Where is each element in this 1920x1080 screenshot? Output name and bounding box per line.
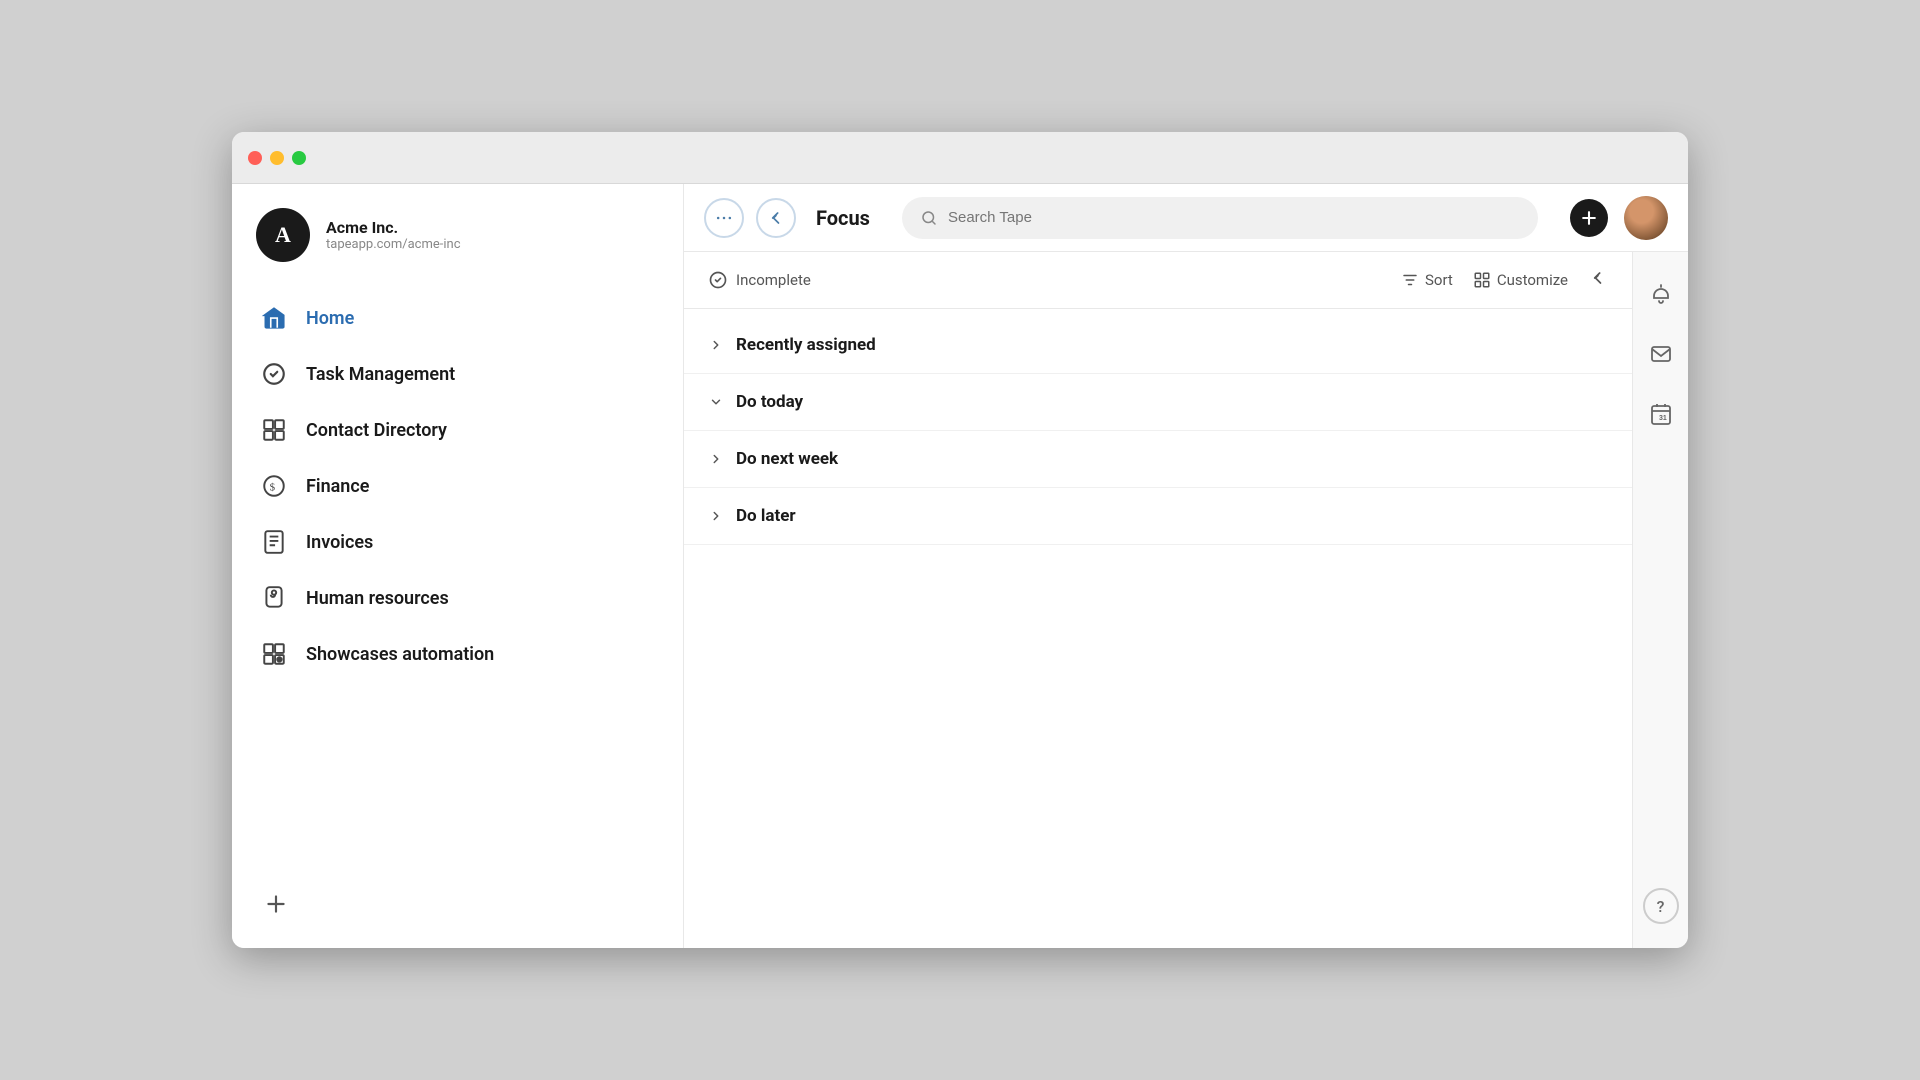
help-button[interactable]: ? bbox=[1643, 888, 1679, 924]
search-input[interactable] bbox=[948, 209, 1520, 226]
task-group-header-do-next-week[interactable]: Do next week bbox=[684, 431, 1632, 487]
sidebar: A Acme Inc. tapeapp.com/acme-inc bbox=[232, 184, 684, 948]
task-group-header-do-today[interactable]: Do today bbox=[684, 374, 1632, 430]
sidebar-item-finance-label: Finance bbox=[306, 476, 369, 497]
sidebar-item-human-resources[interactable]: Human resources bbox=[232, 570, 683, 626]
collapse-button[interactable] bbox=[1588, 268, 1608, 292]
company-info: Acme Inc. tapeapp.com/acme-inc bbox=[326, 218, 461, 252]
svg-text:$: $ bbox=[270, 481, 276, 493]
topbar: Focus bbox=[684, 184, 1688, 252]
app-window: A Acme Inc. tapeapp.com/acme-inc bbox=[232, 132, 1688, 948]
invoices-icon bbox=[260, 528, 288, 556]
chevron-right-icon-2 bbox=[708, 451, 724, 467]
content-header: Incomplete Sort bbox=[684, 252, 1632, 309]
search-bar[interactable] bbox=[902, 197, 1538, 239]
incomplete-icon bbox=[708, 270, 728, 290]
sidebar-item-invoices[interactable]: Invoices bbox=[232, 514, 683, 570]
topbar-left: Focus bbox=[704, 198, 870, 238]
chevron-right-icon bbox=[708, 337, 724, 353]
bell-icon bbox=[1649, 282, 1673, 306]
task-group-do-next-week: Do next week bbox=[684, 431, 1632, 488]
customize-icon bbox=[1473, 271, 1491, 289]
sidebar-header: A Acme Inc. tapeapp.com/acme-inc bbox=[232, 200, 683, 282]
mail-button[interactable] bbox=[1641, 334, 1681, 374]
human-resources-icon bbox=[260, 584, 288, 612]
sidebar-item-home[interactable]: Home bbox=[232, 290, 683, 346]
contact-directory-icon bbox=[260, 416, 288, 444]
task-group-recently-assigned: Recently assigned bbox=[684, 317, 1632, 374]
company-name: Acme Inc. bbox=[326, 218, 461, 237]
main-area: Focus bbox=[684, 184, 1688, 948]
close-button[interactable] bbox=[248, 151, 262, 165]
sidebar-item-contact-directory-label: Contact Directory bbox=[306, 420, 447, 441]
search-icon bbox=[920, 209, 938, 227]
content-area: Incomplete Sort bbox=[684, 252, 1688, 948]
sidebar-item-task-management[interactable]: Task Management bbox=[232, 346, 683, 402]
task-group-header-do-later[interactable]: Do later bbox=[684, 488, 1632, 544]
calendar-icon: 31 bbox=[1649, 402, 1673, 426]
showcases-automation-icon bbox=[260, 640, 288, 668]
customize-label: Customize bbox=[1497, 271, 1568, 289]
avatar-image bbox=[1624, 196, 1668, 240]
sidebar-nav: Home Task Management bbox=[232, 282, 683, 876]
add-icon bbox=[1579, 208, 1599, 228]
titlebar bbox=[232, 132, 1688, 184]
help-label: ? bbox=[1657, 897, 1665, 916]
sort-button[interactable]: Sort bbox=[1401, 271, 1453, 289]
group-label-do-later: Do later bbox=[736, 506, 796, 526]
avatar[interactable] bbox=[1624, 196, 1668, 240]
group-label-recently-assigned: Recently assigned bbox=[736, 335, 876, 355]
sort-icon bbox=[1401, 271, 1419, 289]
sidebar-item-task-management-label: Task Management bbox=[306, 364, 455, 385]
add-workspace-button[interactable] bbox=[232, 876, 683, 932]
mail-icon bbox=[1649, 342, 1673, 366]
page-title: Focus bbox=[816, 206, 870, 230]
plus-icon bbox=[260, 888, 292, 920]
task-list: Recently assigned Do bbox=[684, 309, 1632, 948]
calendar-button[interactable]: 31 bbox=[1641, 394, 1681, 434]
sidebar-item-home-label: Home bbox=[306, 308, 354, 329]
sidebar-item-contact-directory[interactable]: Contact Directory bbox=[232, 402, 683, 458]
sidebar-item-invoices-label: Invoices bbox=[306, 532, 373, 553]
svg-text:31: 31 bbox=[1659, 415, 1667, 422]
home-icon bbox=[260, 304, 288, 332]
traffic-lights bbox=[248, 151, 306, 165]
group-label-do-today: Do today bbox=[736, 392, 803, 412]
customize-button[interactable]: Customize bbox=[1473, 271, 1568, 289]
task-management-icon bbox=[260, 360, 288, 388]
chevron-down-icon bbox=[708, 394, 724, 410]
logo: A bbox=[256, 208, 310, 262]
company-url: tapeapp.com/acme-inc bbox=[326, 237, 461, 252]
back-button[interactable] bbox=[756, 198, 796, 238]
content-actions: Sort Customize bbox=[1401, 268, 1608, 292]
sidebar-item-human-resources-label: Human resources bbox=[306, 588, 449, 609]
sort-label: Sort bbox=[1425, 271, 1453, 289]
maximize-button[interactable] bbox=[292, 151, 306, 165]
app-body: A Acme Inc. tapeapp.com/acme-inc bbox=[232, 184, 1688, 948]
minimize-button[interactable] bbox=[270, 151, 284, 165]
finance-icon: $ bbox=[260, 472, 288, 500]
logo-letter: A bbox=[275, 222, 291, 248]
filter-badge[interactable]: Incomplete bbox=[708, 270, 811, 290]
group-label-do-next-week: Do next week bbox=[736, 449, 838, 469]
notification-button[interactable] bbox=[1641, 274, 1681, 314]
content-wrapper: Incomplete Sort bbox=[684, 252, 1632, 948]
sidebar-item-showcases-automation-label: Showcases automation bbox=[306, 644, 494, 665]
task-group-do-today: Do today bbox=[684, 374, 1632, 431]
collapse-icon bbox=[1588, 268, 1608, 288]
sidebar-item-showcases-automation[interactable]: Showcases automation bbox=[232, 626, 683, 682]
add-button[interactable] bbox=[1570, 199, 1608, 237]
task-group-header-recently-assigned[interactable]: Recently assigned bbox=[684, 317, 1632, 373]
chevron-right-icon-3 bbox=[708, 508, 724, 524]
right-sidebar: 31 ? bbox=[1632, 252, 1688, 948]
filter-label: Incomplete bbox=[736, 271, 811, 289]
sidebar-item-finance[interactable]: $ Finance bbox=[232, 458, 683, 514]
task-group-do-later: Do later bbox=[684, 488, 1632, 545]
more-options-button[interactable] bbox=[704, 198, 744, 238]
